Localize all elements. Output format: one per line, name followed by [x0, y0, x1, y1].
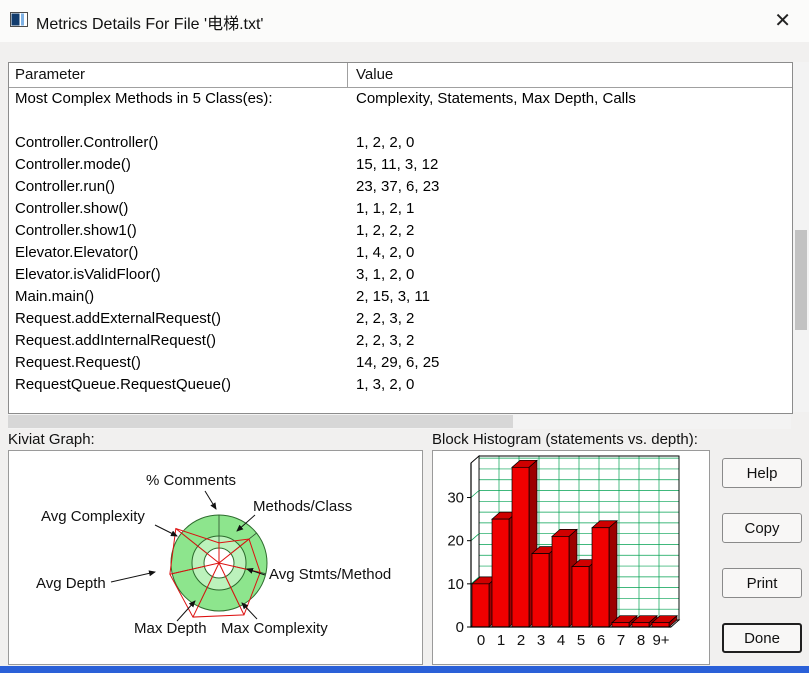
param-cell: Controller.Controller()	[15, 134, 159, 151]
taskbar-sliver	[0, 666, 809, 673]
svg-text:5: 5	[577, 632, 585, 649]
param-cell	[9, 110, 348, 132]
svg-text:10: 10	[447, 576, 464, 593]
value-cell: 23, 37, 6, 23	[356, 178, 440, 195]
kiviat-graph-label: Kiviat Graph:	[8, 431, 95, 448]
horizontal-scrollbar-thumb[interactable]	[8, 415, 513, 428]
svg-text:% Comments: % Comments	[146, 472, 236, 489]
value-cell	[348, 110, 792, 132]
value-cell: 14, 29, 6, 25	[356, 354, 440, 371]
table-row[interactable]: Elevator.Elevator() 1, 4, 2, 0	[9, 242, 792, 264]
window-icon	[10, 12, 28, 27]
value-cell: 1, 1, 2, 1	[356, 200, 415, 217]
table-row[interactable]: Request.addExternalRequest() 2, 2, 3, 2	[9, 308, 792, 330]
value-cell: 2, 15, 3, 11	[356, 288, 430, 305]
block-histogram-label: Block Histogram (statements vs. depth):	[432, 431, 698, 448]
titlebar: Metrics Details For File '电梯.txt' ✕	[0, 0, 809, 42]
param-cell: RequestQueue.RequestQueue()	[15, 376, 231, 393]
table-row[interactable]: Request.Request() 14, 29, 6, 25	[9, 352, 792, 374]
kiviat-svg: % Comments Methods/Class Avg Stmts/Method M…	[36, 472, 391, 637]
svg-text:7: 7	[617, 632, 625, 649]
value-cell: Complexity, Statements, Max Depth, Calls	[356, 90, 636, 107]
param-cell: Most Complex Methods in 5 Class(es):	[15, 90, 273, 107]
value-cell: 15, 11, 3, 12	[356, 156, 439, 173]
help-button[interactable]: Help	[722, 458, 802, 488]
param-cell: Elevator.Elevator()	[15, 244, 139, 261]
value-cell: 1, 4, 2, 0	[356, 244, 415, 261]
value-cell: 1, 2, 2, 2	[356, 222, 415, 239]
button-column: Help Copy Print Done	[722, 458, 802, 653]
kiviat-graph: % Comments Methods/Class Avg Stmts/Method M…	[8, 450, 423, 665]
metrics-table: Parameter Value Most Complex Methods in …	[8, 62, 793, 414]
table-row[interactable]: Controller.mode() 15, 11, 3, 12	[9, 154, 792, 176]
svg-text:4: 4	[557, 632, 565, 649]
svg-text:30: 30	[447, 490, 464, 507]
table-row[interactable]: Controller.Controller() 1, 2, 2, 0	[9, 132, 792, 154]
column-header-value[interactable]: Value	[348, 63, 792, 87]
value-cell: 2, 2, 3, 2	[356, 310, 415, 327]
close-button[interactable]: ✕	[768, 6, 797, 35]
svg-text:6: 6	[597, 632, 605, 649]
table-row[interactable]: Most Complex Methods in 5 Class(es): Comp…	[9, 88, 792, 110]
param-cell: Request.addInternalRequest()	[15, 332, 216, 349]
param-cell: Controller.show()	[15, 200, 129, 217]
svg-text:Avg Depth: Avg Depth	[36, 575, 106, 592]
copy-button[interactable]: Copy	[722, 513, 802, 543]
value-cell: 3, 1, 2, 0	[356, 266, 415, 283]
param-cell: Elevator.isValidFloor()	[15, 266, 161, 283]
window-title: Metrics Details For File '电梯.txt'	[36, 16, 264, 33]
table-row[interactable]: Controller.show() 1, 1, 2, 1	[9, 198, 792, 220]
svg-text:0: 0	[456, 619, 464, 636]
vertical-scrollbar-thumb[interactable]	[795, 230, 807, 330]
param-cell: Controller.mode()	[15, 156, 131, 173]
svg-text:1: 1	[497, 632, 505, 649]
svg-text:8: 8	[637, 632, 645, 649]
param-cell: Controller.show1()	[15, 222, 137, 239]
param-cell: Request.Request()	[15, 354, 141, 371]
metrics-details-window: Metrics Details For File '电梯.txt' ✕ Para…	[0, 0, 809, 673]
value-cell: 1, 3, 2, 0	[356, 376, 415, 393]
svg-text:Max Complexity: Max Complexity	[221, 620, 328, 637]
svg-text:0: 0	[477, 632, 485, 649]
table-header: Parameter Value	[9, 63, 792, 88]
value-cell: 1, 2, 2, 0	[356, 134, 415, 151]
vertical-scrollbar[interactable]	[793, 62, 809, 412]
svg-text:9+: 9+	[652, 632, 669, 649]
table-row[interactable]: Main.main() 2, 15, 3, 11	[9, 286, 792, 308]
table-row[interactable]: RequestQueue.RequestQueue() 1, 3, 2, 0	[9, 374, 792, 396]
param-cell: Request.addExternalRequest()	[15, 310, 221, 327]
block-histogram: 0 10 20 30 0 1 2 3 4 5 6 7 8 9+	[432, 450, 710, 665]
table-body: Most Complex Methods in 5 Class(es): Comp…	[9, 88, 792, 396]
svg-text:3: 3	[537, 632, 545, 649]
horizontal-scrollbar[interactable]	[8, 414, 791, 429]
histogram-svg: 01020300 1 2 3 4 5 6 7 8 9+	[447, 455, 681, 649]
svg-text:Max Depth: Max Depth	[134, 620, 207, 637]
table-row[interactable]: Elevator.isValidFloor() 3, 1, 2, 0	[9, 264, 792, 286]
table-row[interactable]: Request.addInternalRequest() 2, 2, 3, 2	[9, 330, 792, 352]
svg-text:Methods/Class: Methods/Class	[253, 498, 352, 515]
value-cell: 2, 2, 3, 2	[356, 332, 415, 349]
print-button[interactable]: Print	[722, 568, 802, 598]
svg-text:Avg Complexity: Avg Complexity	[41, 508, 145, 525]
svg-text:Avg Stmts/Method: Avg Stmts/Method	[269, 566, 391, 583]
param-cell: Controller.run()	[15, 178, 116, 195]
column-header-parameter[interactable]: Parameter	[9, 63, 348, 87]
svg-text:20: 20	[447, 533, 464, 550]
table-row[interactable]: Controller.show1() 1, 2, 2, 2	[9, 220, 792, 242]
param-cell: Main.main()	[15, 288, 95, 305]
table-row[interactable]	[9, 110, 792, 132]
done-button[interactable]: Done	[722, 623, 802, 653]
svg-text:2: 2	[517, 632, 525, 649]
table-row[interactable]: Controller.run() 23, 37, 6, 23	[9, 176, 792, 198]
